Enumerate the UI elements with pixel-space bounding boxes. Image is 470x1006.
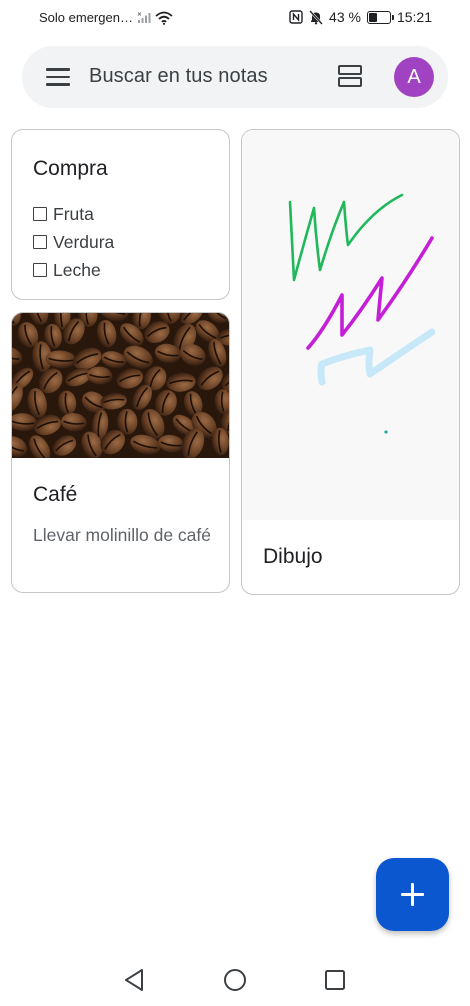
- avatar[interactable]: A: [394, 57, 434, 97]
- checklist: Fruta Verdura Leche: [33, 200, 114, 284]
- system-nav-bar: [0, 955, 470, 1006]
- note-title: Compra: [33, 157, 108, 180]
- recents-icon[interactable]: [322, 967, 348, 993]
- add-note-button[interactable]: [376, 858, 449, 931]
- svg-text:×: ×: [137, 11, 142, 18]
- search-input[interactable]: Buscar en tus notas: [89, 65, 268, 88]
- status-right: 43 % 15:21: [289, 9, 432, 25]
- wifi-icon: [155, 11, 173, 25]
- battery-icon: [366, 10, 394, 24]
- battery-percent: 43 %: [329, 9, 361, 25]
- menu-icon[interactable]: [46, 68, 70, 86]
- checklist-item-label: Fruta: [53, 203, 94, 224]
- note-card-dibujo[interactable]: Dibujo: [241, 129, 460, 595]
- bell-muted-icon: [309, 9, 323, 25]
- home-icon[interactable]: [222, 967, 248, 993]
- note-title: Café: [33, 483, 78, 506]
- no-signal-icon: ×: [137, 11, 151, 23]
- status-left: Solo emergen… ×: [39, 10, 173, 25]
- note-card-compra[interactable]: Compra Fruta Verdura Leche: [11, 129, 230, 300]
- clock: 15:21: [396, 9, 432, 25]
- note-card-cafe[interactable]: Café Llevar molinillo de café: [11, 312, 230, 593]
- carrier-label: Solo emergen…: [39, 10, 133, 25]
- coffee-beans-image: [12, 313, 229, 458]
- checkbox-icon: [33, 207, 47, 221]
- drawing-dot: [384, 430, 388, 434]
- grid-view-icon[interactable]: [338, 65, 364, 89]
- checklist-item: Fruta: [33, 200, 114, 228]
- note-body: Llevar molinillo de café: [33, 525, 212, 545]
- back-icon[interactable]: [122, 967, 148, 993]
- drawing-canvas: [242, 130, 459, 520]
- status-bar: Solo emergen… × 43 % 15:21: [0, 0, 470, 36]
- checklist-item: Leche: [33, 256, 114, 284]
- nfc-icon: [289, 10, 303, 24]
- note-title: Dibujo: [263, 545, 323, 568]
- search-bar[interactable]: Buscar en tus notas A: [22, 46, 448, 108]
- checkbox-icon: [33, 263, 47, 277]
- checklist-item-label: Verdura: [53, 231, 115, 252]
- checkbox-icon: [33, 235, 47, 249]
- checklist-item-label: Leche: [53, 259, 101, 280]
- checklist-item: Verdura: [33, 228, 114, 256]
